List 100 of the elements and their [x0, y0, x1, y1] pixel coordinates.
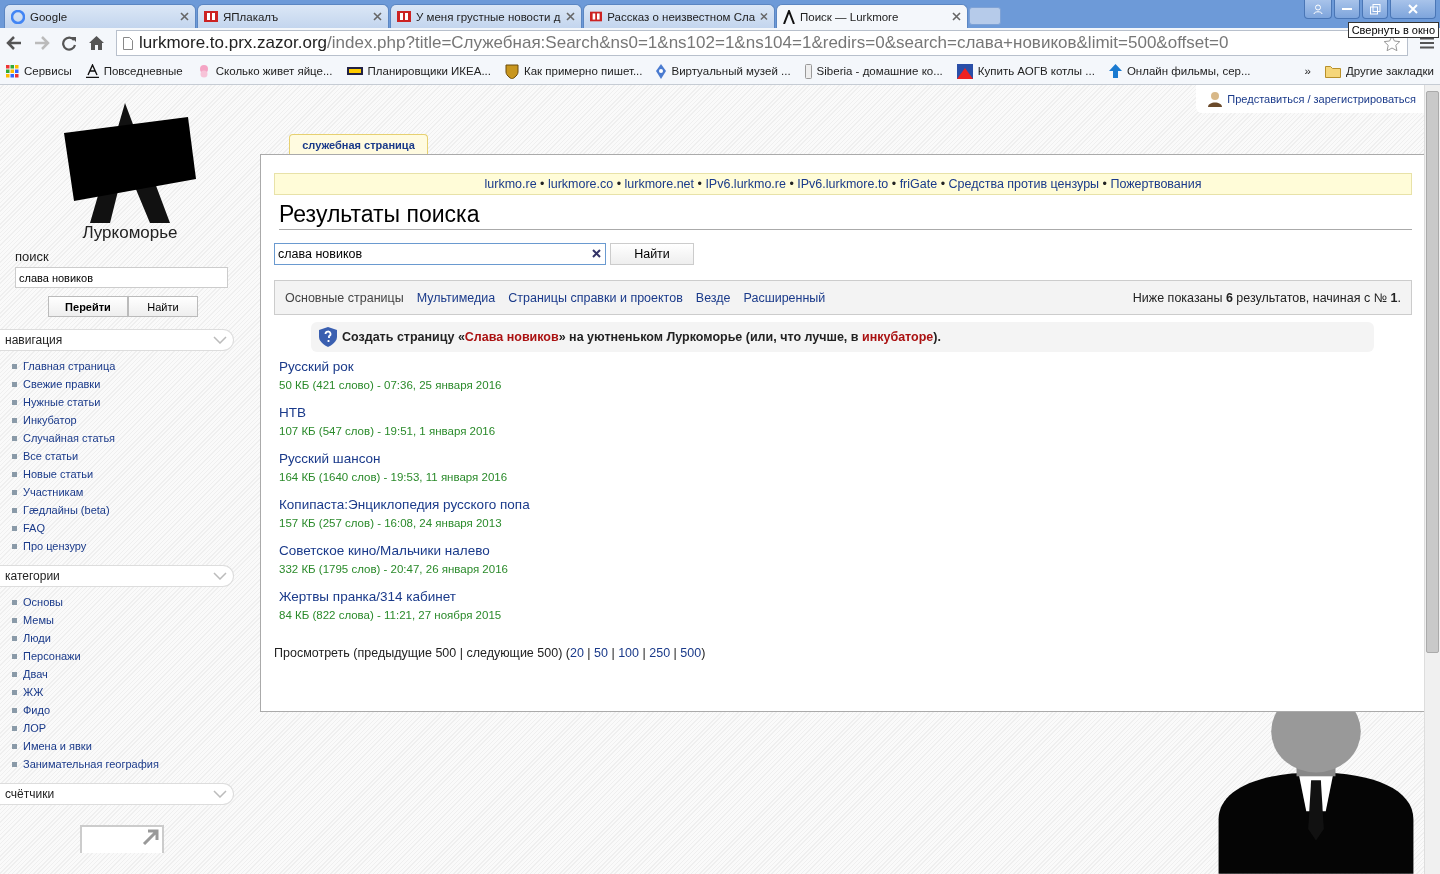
link[interactable]: lurkmore.net [624, 177, 695, 192]
browser-tab[interactable]: Поиск — Lurkmore [776, 4, 968, 28]
home-icon[interactable] [89, 36, 104, 50]
nav-link[interactable]: Участникам [12, 485, 260, 499]
browser-tab[interactable]: Рассказ о неизвестном Сла [583, 4, 775, 28]
back-icon[interactable] [6, 36, 22, 50]
bookmark[interactable]: Повседневные [85, 64, 183, 78]
counter-widget[interactable] [80, 825, 164, 853]
letter-underline-icon [85, 64, 99, 78]
link[interactable]: Слава новиков [464, 330, 559, 345]
nav-link[interactable]: Имена и явки [12, 739, 260, 753]
close-window-button[interactable] [1390, 0, 1436, 19]
bookmark[interactable]: Siberia - домашние ко... [804, 63, 943, 79]
close-icon[interactable] [952, 12, 961, 21]
nav-link[interactable]: Все статьи [12, 449, 260, 463]
link[interactable]: 100 [618, 646, 640, 661]
link[interactable]: friGate [899, 177, 938, 192]
tab-title: Рассказ о неизвестном Сла [607, 10, 756, 23]
result-title[interactable]: Русский рок [279, 359, 1412, 375]
search-field[interactable]: слава новиков [15, 267, 228, 288]
link[interactable]: инкубаторе [861, 330, 934, 345]
link[interactable]: 500 [680, 646, 702, 661]
nav-link[interactable]: Инкубатор [12, 413, 260, 427]
nav-link[interactable]: Фидо [12, 703, 260, 717]
close-icon[interactable] [760, 12, 768, 21]
link[interactable]: Пожертвования [1110, 177, 1202, 192]
filter-link[interactable]: Мультимедиа [416, 291, 496, 305]
a-logo-icon [783, 9, 795, 24]
nav-link[interactable]: Люди [12, 631, 260, 645]
link[interactable]: lurkmo.re [484, 177, 537, 192]
bookmark[interactable]: Онлайн фильмы, сер... [1108, 64, 1251, 78]
scrollbar[interactable] [1424, 85, 1440, 874]
find-button[interactable]: Найти [610, 243, 694, 266]
close-icon[interactable] [180, 12, 189, 21]
nav-link[interactable]: Основы [12, 595, 260, 609]
result-title[interactable]: Жертвы пранка/314 кабинет [279, 589, 1412, 605]
filter-link[interactable]: Страницы справки и проектов [508, 291, 683, 305]
mirror-links-text: lurkmo.re • lurkmore.co • lurkmore.net • IPv6.lurkmo.re • IPv6.lurkmore.to • friGate • Средства против цензуры • Пожертвования [484, 177, 1202, 192]
link[interactable]: 250 [649, 646, 671, 661]
filter-link[interactable]: Везде [695, 291, 731, 305]
nav-link[interactable]: Нужные статьи [12, 395, 260, 409]
bookmark[interactable]: Сколько живет яйце... [196, 64, 333, 78]
browser-tab[interactable]: Google [4, 4, 196, 28]
close-icon[interactable] [566, 12, 575, 21]
browser-tab[interactable]: ЯПлакалъ [197, 4, 389, 28]
nav-link[interactable]: Двач [12, 667, 260, 681]
link[interactable]: Средства против цензуры [948, 177, 1100, 192]
bookmark-folder[interactable]: Другие закладки [1324, 64, 1434, 78]
filter-link[interactable]: Расширенный [743, 291, 826, 305]
bookmark[interactable]: Купить АОГВ котлы ... [956, 63, 1095, 79]
minimize-button[interactable] [1334, 0, 1360, 19]
section-header[interactable]: счётчики [0, 783, 234, 805]
nav-link[interactable]: Главная страница [12, 359, 260, 373]
nav-link[interactable]: Занимательная география [12, 757, 260, 771]
restore-button[interactable] [1362, 0, 1388, 19]
bookmark[interactable]: Виртуальный музей ... [656, 63, 791, 79]
section-header[interactable]: навигация [0, 329, 234, 351]
nav-link[interactable]: FAQ [12, 521, 260, 535]
link[interactable]: IPv6.lurkmo.re [705, 177, 786, 192]
nav-link[interactable]: ЖЖ [12, 685, 260, 699]
search-field[interactable]: слава новиков [274, 243, 606, 266]
nav-link[interactable]: ЛОР [12, 721, 260, 735]
person-icon [1208, 91, 1223, 107]
profile-button[interactable] [1304, 0, 1332, 19]
bookmark[interactable]: Как примерно пишет... [505, 63, 643, 79]
link[interactable]: IPv6.lurkmore.to [797, 177, 889, 192]
result-title[interactable]: НТВ [279, 405, 1412, 421]
nav-link[interactable]: Свежие правки [12, 377, 260, 391]
section-header[interactable]: категории [0, 565, 234, 587]
result-title[interactable]: Советское кино/Мальчики налево [279, 543, 1412, 559]
link[interactable]: lurkmore.co [547, 177, 614, 192]
nav-link[interactable]: Гæдлайны (beta) [12, 503, 260, 517]
result-meta: 50 КБ (421 слово) - 07:36, 25 января 2016 [279, 379, 503, 392]
find-button[interactable]: Найти [128, 296, 198, 317]
more-bookmarks-button[interactable]: » [1304, 65, 1311, 77]
section-title: категории [5, 569, 60, 583]
filter-link[interactable]: Основные страницы [285, 291, 404, 305]
nav-link[interactable]: Мемы [12, 613, 260, 627]
nav-link[interactable]: Новые статьи [12, 467, 260, 481]
link[interactable]: 50 [594, 646, 608, 661]
create-page-text: Создать страницу «Слава новиков» на уютненьком Луркоморье (или, что лучше, в инкубаторе). [342, 330, 941, 345]
go-button[interactable]: Перейти [48, 296, 128, 317]
nav-link[interactable]: Персонажи [12, 649, 260, 663]
bookmark[interactable]: Планировщики ИКЕА... [346, 65, 491, 77]
link[interactable]: 20 [569, 646, 584, 661]
browser-tab[interactable]: У меня грустные новости д [390, 4, 582, 28]
reload-icon[interactable] [62, 35, 77, 51]
menu-icon[interactable] [1420, 37, 1434, 49]
bookmark[interactable]: Сервисы [6, 64, 72, 78]
close-icon[interactable] [373, 12, 382, 21]
section-title: навигация [5, 333, 63, 347]
tooltip: Свернуть в окно [1347, 22, 1439, 38]
result-title[interactable]: Русский шансон [279, 451, 1412, 467]
special-page-tab[interactable]: служебная страница [289, 134, 428, 155]
result-title[interactable]: Копипаста:Энциклопедия русского попа [279, 497, 1412, 513]
nav-link[interactable]: Про цензуру [12, 539, 260, 553]
clear-icon[interactable] [592, 249, 601, 259]
login-link[interactable]: Представиться / зарегистрироваться [1196, 85, 1424, 113]
nav-link[interactable]: Случайная статья [12, 431, 260, 445]
restore-icon [1369, 3, 1381, 15]
